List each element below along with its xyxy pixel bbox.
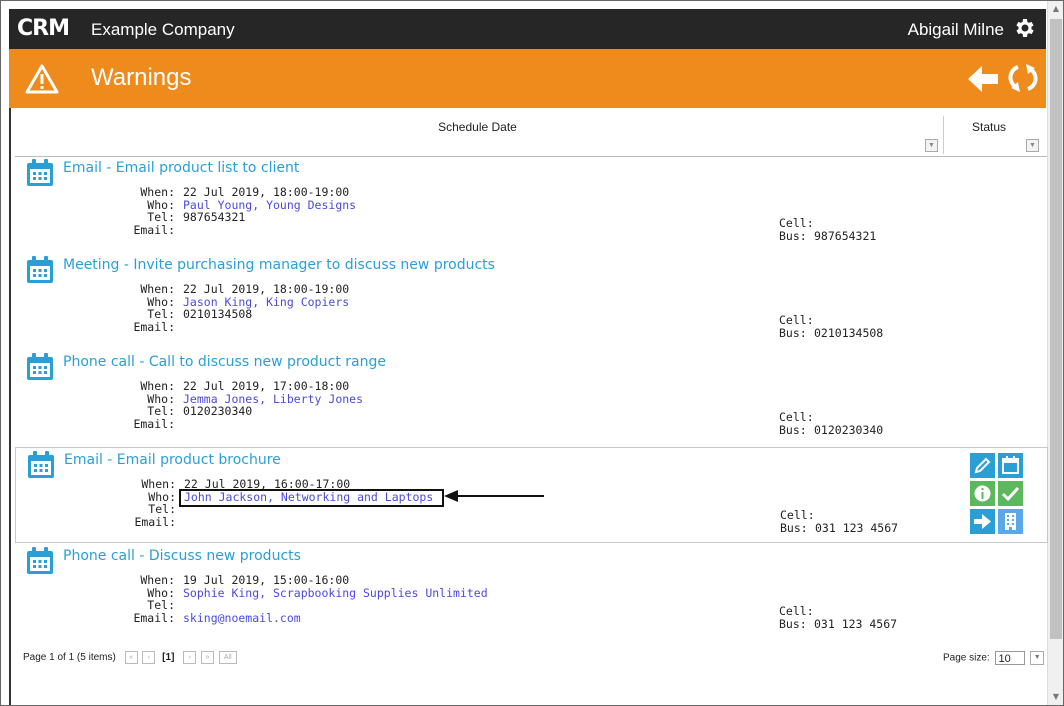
pager-prev-button[interactable]: ‹ xyxy=(142,651,156,664)
cell-label: Cell: xyxy=(780,508,815,522)
tel-label: Tel: xyxy=(147,598,175,612)
bus-value: 0210134508 xyxy=(814,325,884,340)
tel-label: Tel: xyxy=(148,502,176,516)
tel-value: 0210134508 xyxy=(183,307,253,321)
bus-label: Bus: xyxy=(779,325,807,340)
bus-label: Bus: xyxy=(779,228,807,243)
page-title: Warnings xyxy=(91,64,192,91)
company-name: Example Company xyxy=(91,20,235,39)
arrow-right-icon[interactable] xyxy=(970,509,995,534)
pager-all-button[interactable]: All xyxy=(218,651,237,664)
gear-icon[interactable] xyxy=(1012,16,1036,40)
email-label: Email: xyxy=(134,514,176,529)
calendar-icon xyxy=(27,159,53,186)
user-name[interactable]: Abigail Milne xyxy=(908,20,1004,40)
when-value: 19 Jul 2019, 15:00-16:00 xyxy=(183,573,350,587)
bus-value: 031 123 4567 xyxy=(815,520,899,535)
top-bar: CRM Example Company Abigail Milne xyxy=(9,9,1046,49)
cell-label: Cell: xyxy=(779,410,814,424)
bus-value: 987654321 xyxy=(814,228,877,243)
tel-label: Tel: xyxy=(147,210,175,224)
bus-label: Bus: xyxy=(779,616,807,631)
when-label: When: xyxy=(140,185,175,199)
tel-value: 0120230340 xyxy=(183,404,253,418)
calendar-icon xyxy=(27,547,53,574)
activity-details: When: 22 Jul 2019, 17:00-18:00 Who: Jemm… xyxy=(15,380,1015,440)
page-size-label: Page size: xyxy=(943,652,990,664)
check-icon[interactable] xyxy=(998,481,1023,506)
email-label: Email: xyxy=(133,319,175,334)
content-left-border xyxy=(9,108,11,705)
who-link[interactable]: Sophie King, Scrapbooking Supplies Unlim… xyxy=(183,586,488,600)
bus-label: Bus: xyxy=(779,422,807,437)
list-item[interactable]: Email - Email product list to client Whe… xyxy=(15,156,1046,252)
app-window: CRM Example Company Abigail Milne Warnin… xyxy=(0,0,1064,706)
page-size-dropdown-icon[interactable]: ▼ xyxy=(1030,651,1045,665)
page-header: Warnings xyxy=(9,49,1046,108)
email-label: Email: xyxy=(133,416,175,431)
crm-logo: CRM xyxy=(17,16,70,41)
activity-details: When: 19 Jul 2019, 15:00-16:00 Who: Soph… xyxy=(15,574,1015,634)
activity-title-link[interactable]: Phone call - Call to discuss new product… xyxy=(63,354,386,370)
when-label: When: xyxy=(140,379,175,393)
calendar-icon xyxy=(28,451,54,478)
activity-title-link[interactable]: Email - Email product brochure xyxy=(64,452,281,468)
scroll-down-icon[interactable]: ▼ xyxy=(1048,689,1063,705)
bus-label: Bus: xyxy=(780,520,808,535)
back-arrow-icon[interactable] xyxy=(966,63,1000,95)
pager-current-page[interactable]: [1] xyxy=(162,652,174,663)
list-item[interactable]: Phone call - Discuss new products When: … xyxy=(15,544,1046,640)
when-value: 22 Jul 2019, 18:00-19:00 xyxy=(183,282,350,296)
schedule-filter-icon[interactable]: ▼ xyxy=(925,139,938,152)
list-item[interactable]: Email - Email product brochure When: 22 … xyxy=(15,447,1048,543)
scrollbar-thumb[interactable] xyxy=(1050,19,1062,639)
column-header-schedule-date[interactable]: Schedule Date xyxy=(15,120,940,134)
page-size-input[interactable]: 10 xyxy=(995,651,1026,665)
email-label: Email: xyxy=(133,610,175,625)
when-label: When: xyxy=(141,477,176,491)
when-label: When: xyxy=(140,282,175,296)
list-item[interactable]: Phone call - Call to discuss new product… xyxy=(15,350,1046,446)
info-icon[interactable] xyxy=(970,481,995,506)
email-label: Email: xyxy=(133,222,175,237)
who-highlight-box xyxy=(179,489,444,507)
calendar-small-icon[interactable] xyxy=(998,453,1023,478)
tel-label: Tel: xyxy=(147,404,175,418)
calendar-icon xyxy=(27,353,53,380)
email-link[interactable]: sking@noemail.com xyxy=(183,611,301,625)
grid-header: Schedule Date ▼ Status ▼ xyxy=(15,114,1047,157)
list-item[interactable]: Meeting - Invite purchasing manager to d… xyxy=(15,253,1046,349)
cell-label: Cell: xyxy=(779,313,814,327)
activity-title-link[interactable]: Email - Email product list to client xyxy=(63,160,299,176)
tel-label: Tel: xyxy=(147,307,175,321)
activity-details: When: 22 Jul 2019, 18:00-19:00 Who: Jaso… xyxy=(15,283,1015,343)
status-filter-icon[interactable]: ▼ xyxy=(1026,139,1039,152)
refresh-icon[interactable] xyxy=(1008,62,1038,94)
cell-label: Cell: xyxy=(779,216,814,230)
page-size: Page size: 10 ▼ xyxy=(943,651,1045,665)
annotation-arrow xyxy=(444,490,544,502)
when-value: 22 Jul 2019, 17:00-18:00 xyxy=(183,379,350,393)
building-icon[interactable] xyxy=(998,509,1023,534)
when-value: 22 Jul 2019, 18:00-19:00 xyxy=(183,185,350,199)
scroll-up-icon[interactable]: ▲ xyxy=(1048,1,1063,17)
edit-pencil-icon[interactable] xyxy=(970,453,995,478)
bus-value: 0120230340 xyxy=(814,422,884,437)
when-label: When: xyxy=(140,573,175,587)
activity-title-link[interactable]: Meeting - Invite purchasing manager to d… xyxy=(63,257,495,273)
calendar-icon xyxy=(27,256,53,283)
activity-title-link[interactable]: Phone call - Discuss new products xyxy=(63,548,301,564)
tel-value: 987654321 xyxy=(183,210,246,224)
pager-last-button[interactable]: » xyxy=(200,651,214,664)
cell-label: Cell: xyxy=(779,604,814,618)
pager-next-button[interactable]: › xyxy=(183,651,197,664)
warning-icon xyxy=(25,64,59,94)
column-header-status[interactable]: Status xyxy=(944,120,1034,134)
activity-details: When: 22 Jul 2019, 16:00-17:00 Who: John… xyxy=(16,478,1016,538)
activity-details: When: 22 Jul 2019, 18:00-19:00 Who: Paul… xyxy=(15,186,1015,246)
vertical-scrollbar[interactable]: ▲ ▼ xyxy=(1047,1,1063,705)
pager-first-button[interactable]: « xyxy=(124,651,138,664)
bus-value: 031 123 4567 xyxy=(814,616,898,631)
